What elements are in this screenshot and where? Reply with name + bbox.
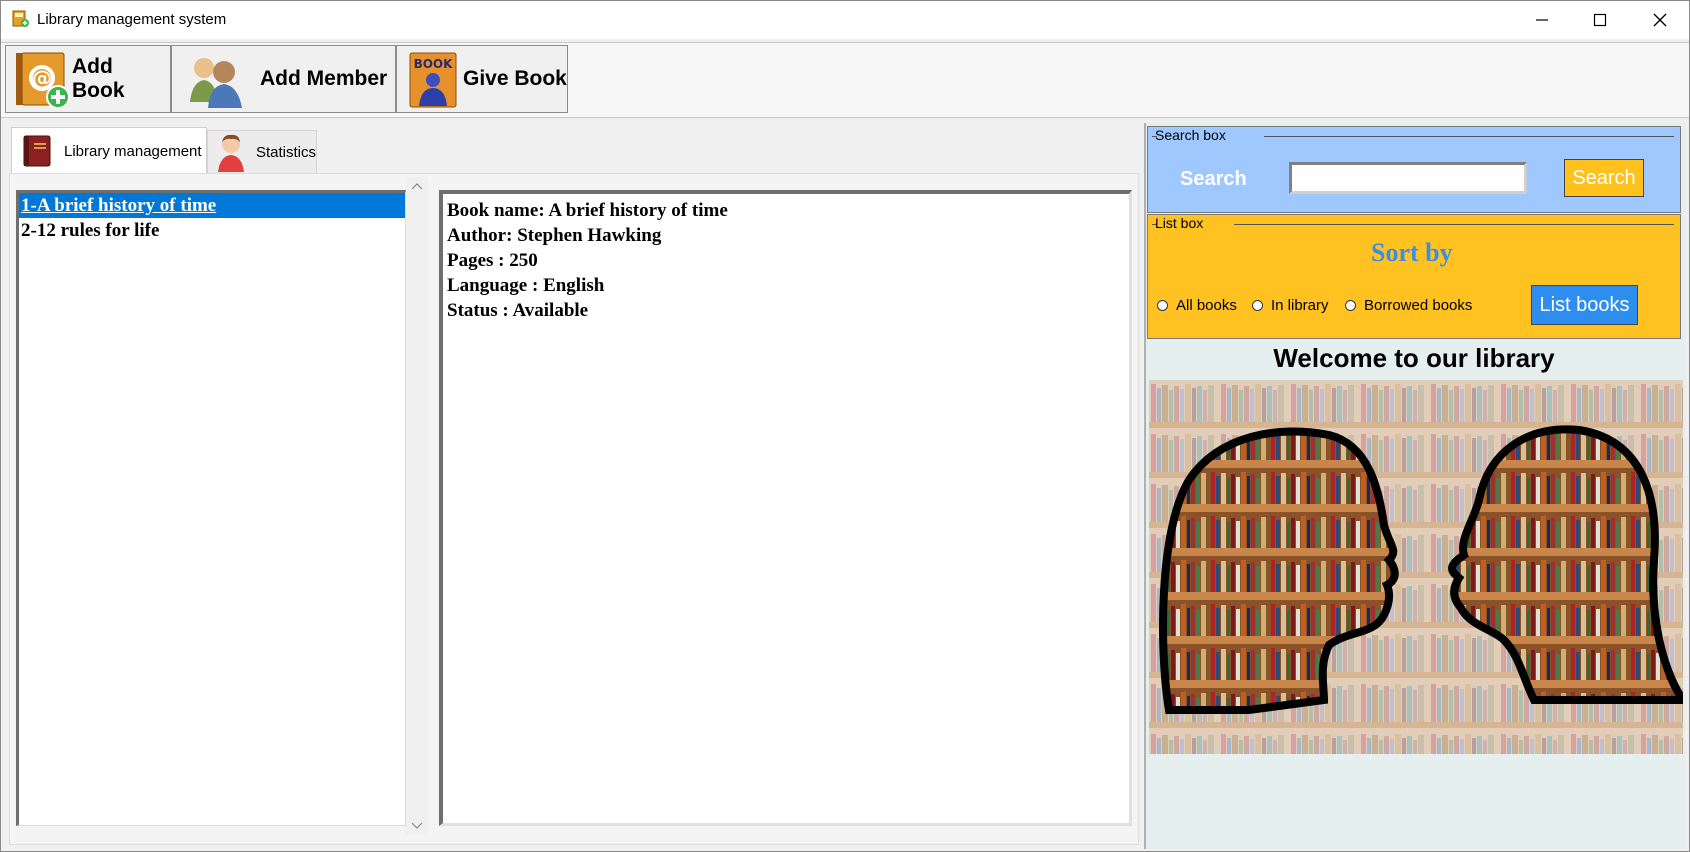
maximize-button[interactable] bbox=[1571, 1, 1629, 39]
address-book-add-icon: @ bbox=[16, 52, 70, 109]
add-book-button[interactable]: @ Add Book bbox=[5, 45, 171, 113]
tab-library-management-label: Library management bbox=[64, 142, 202, 160]
window-title: Library management system bbox=[37, 11, 227, 28]
close-icon bbox=[1653, 13, 1667, 27]
book-details-box: Book name: A brief history of time Autho… bbox=[439, 190, 1132, 826]
svg-text:@: @ bbox=[32, 66, 52, 90]
scroll-up-icon bbox=[411, 183, 423, 190]
book-icon bbox=[23, 135, 51, 167]
svg-text:BOOK: BOOK bbox=[414, 57, 454, 71]
radio-borrowed-books-label: Borrowed books bbox=[1364, 297, 1473, 314]
sort-by-label: Sort by bbox=[1371, 238, 1453, 267]
tab-statistics-label: Statistics bbox=[255, 143, 316, 161]
radio-circle-icon bbox=[1252, 300, 1263, 311]
detail-status: Status : Available bbox=[447, 300, 589, 321]
title-bar: Library management system bbox=[1, 1, 1689, 39]
detail-language: Language : English bbox=[447, 275, 605, 296]
search-label: Search bbox=[1180, 168, 1247, 190]
list-scrollbar[interactable] bbox=[406, 177, 428, 835]
list-item[interactable]: 1-A brief history of time bbox=[19, 193, 405, 218]
detail-book-name: Book name: A brief history of time bbox=[447, 200, 728, 221]
library-heads-image bbox=[1149, 380, 1683, 754]
scroll-down-icon bbox=[411, 822, 423, 829]
minimize-icon bbox=[1536, 19, 1548, 21]
toolbar: @ Add Book Add Member BOOK Give Book bbox=[1, 42, 1689, 118]
detail-pages: Pages : 250 bbox=[447, 250, 538, 271]
welcome-heading: Welcome to our library bbox=[1273, 343, 1555, 373]
add-member-button[interactable]: Add Member bbox=[171, 45, 396, 113]
list-box-legend: List box bbox=[1155, 215, 1204, 231]
radio-all-books-label: All books bbox=[1176, 297, 1237, 314]
detail-author: Author: Stephen Hawking bbox=[447, 225, 662, 246]
radio-in-library-label: In library bbox=[1271, 297, 1329, 314]
radio-in-library[interactable]: In library bbox=[1252, 297, 1329, 314]
radio-circle-icon bbox=[1157, 300, 1168, 311]
search-button[interactable]: Search bbox=[1564, 159, 1644, 197]
maximize-icon bbox=[1593, 13, 1607, 27]
person-icon bbox=[217, 134, 244, 172]
members-icon bbox=[190, 58, 242, 108]
radio-all-books[interactable]: All books bbox=[1157, 297, 1237, 314]
search-input[interactable] bbox=[1289, 162, 1527, 194]
close-button[interactable] bbox=[1631, 1, 1689, 39]
book-reader-icon: BOOK bbox=[409, 52, 457, 108]
list-books-button[interactable]: List books bbox=[1531, 285, 1638, 325]
give-book-label: Give Book bbox=[463, 67, 567, 90]
radio-circle-icon bbox=[1345, 300, 1356, 311]
books-listbox[interactable]: 1-A brief history of time 2-12 rules for… bbox=[16, 190, 406, 826]
tab-statistics[interactable]: Statistics bbox=[207, 130, 317, 174]
minimize-button[interactable] bbox=[1513, 1, 1571, 39]
add-book-label: Add Book bbox=[72, 55, 125, 102]
list-item[interactable]: 2-12 rules for life bbox=[19, 218, 405, 243]
radio-borrowed-books[interactable]: Borrowed books bbox=[1345, 297, 1472, 314]
app-window: Library management system @ Add Book Add… bbox=[0, 0, 1690, 852]
give-book-button[interactable]: BOOK Give Book bbox=[396, 45, 568, 113]
tab-library-management[interactable]: Library management bbox=[11, 127, 207, 174]
app-icon bbox=[12, 10, 29, 27]
search-box-legend: Search box bbox=[1155, 127, 1226, 143]
add-member-label: Add Member bbox=[260, 67, 388, 90]
